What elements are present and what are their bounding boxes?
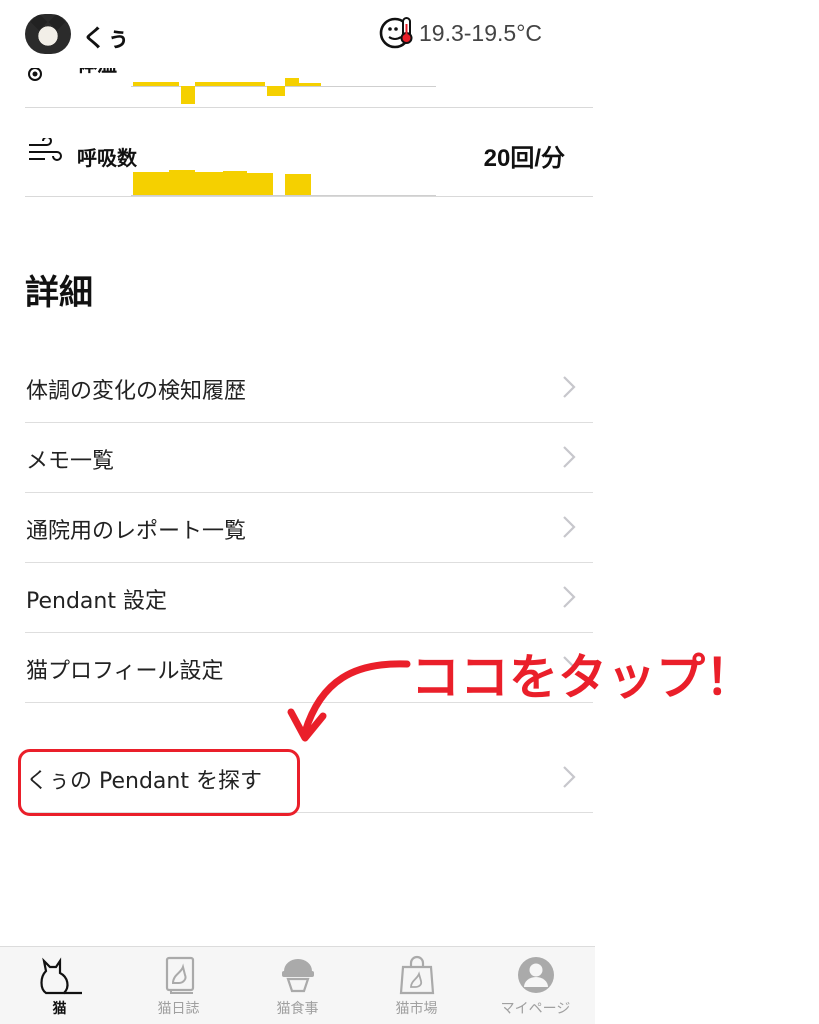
- tab-cat[interactable]: 猫: [0, 955, 119, 1023]
- menu-item-label: Pendant 設定: [26, 589, 167, 614]
- tab-label: 猫食事: [276, 1001, 319, 1017]
- tab-market[interactable]: 猫市場: [357, 955, 476, 1023]
- chevron-right-icon: [563, 766, 576, 788]
- tab-label: 猫: [52, 1001, 67, 1017]
- food-bowl-icon: [281, 959, 314, 993]
- cat-icon: [39, 957, 82, 995]
- section-title: 詳細: [25, 273, 93, 313]
- annotation-text: ココをタップ！: [411, 649, 755, 706]
- vital-label: 呼吸数: [77, 146, 137, 170]
- tab-label: マイページ: [500, 1001, 571, 1017]
- chevron-right-icon: [563, 376, 576, 398]
- user-icon: [517, 957, 554, 993]
- chevron-right-icon: [563, 446, 576, 468]
- annotation-arrow: [287, 660, 411, 742]
- top-header: くぅ 19.3-19.5°C: [0, 0, 595, 68]
- room-temperature-range: 19.3-19.5°C: [419, 20, 542, 46]
- tab-label: 猫市場: [395, 1001, 438, 1017]
- menu-item-label: 猫プロフィール設定: [26, 659, 224, 684]
- highlight-box: [18, 749, 300, 816]
- room-thermometer-icon: [379, 17, 413, 49]
- chevron-right-icon: [563, 586, 576, 608]
- menu-item-label: 体調の変化の検知履歴: [26, 379, 247, 404]
- vital-value: 20回/分: [483, 145, 565, 172]
- respiration-sparkline: [131, 146, 436, 196]
- shopping-bag-icon: [399, 955, 434, 995]
- wind-icon: [29, 138, 62, 161]
- menu-item-pendant-settings[interactable]: Pendant 設定: [25, 563, 593, 633]
- tab-diary[interactable]: 猫日誌: [119, 955, 238, 1023]
- menu-item-detection-history[interactable]: 体調の変化の検知履歴: [25, 353, 593, 423]
- menu-item-memo-list[interactable]: メモ一覧: [25, 423, 593, 493]
- diary-icon: [165, 956, 194, 994]
- chevron-right-icon: [563, 516, 576, 538]
- menu-item-label: メモ一覧: [26, 449, 115, 474]
- menu-item-label: 通院用のレポート一覧: [26, 519, 247, 544]
- app-screen: くぅ 19.3-19.5°C 体温: [0, 0, 595, 1024]
- tab-mypage[interactable]: マイページ: [476, 955, 595, 1023]
- tab-food[interactable]: 猫食事: [238, 955, 357, 1023]
- cat-name[interactable]: くぅ: [82, 18, 130, 53]
- bottom-tab-bar: 猫 猫日誌 猫食事 猫市場 マイページ: [0, 946, 595, 1024]
- target-icon: [28, 67, 42, 81]
- vital-row-respiration[interactable]: 呼吸数 20回/分: [25, 108, 593, 197]
- tab-label: 猫日誌: [157, 1001, 200, 1017]
- menu-item-vet-reports[interactable]: 通院用のレポート一覧: [25, 493, 593, 563]
- cat-avatar[interactable]: [25, 14, 71, 54]
